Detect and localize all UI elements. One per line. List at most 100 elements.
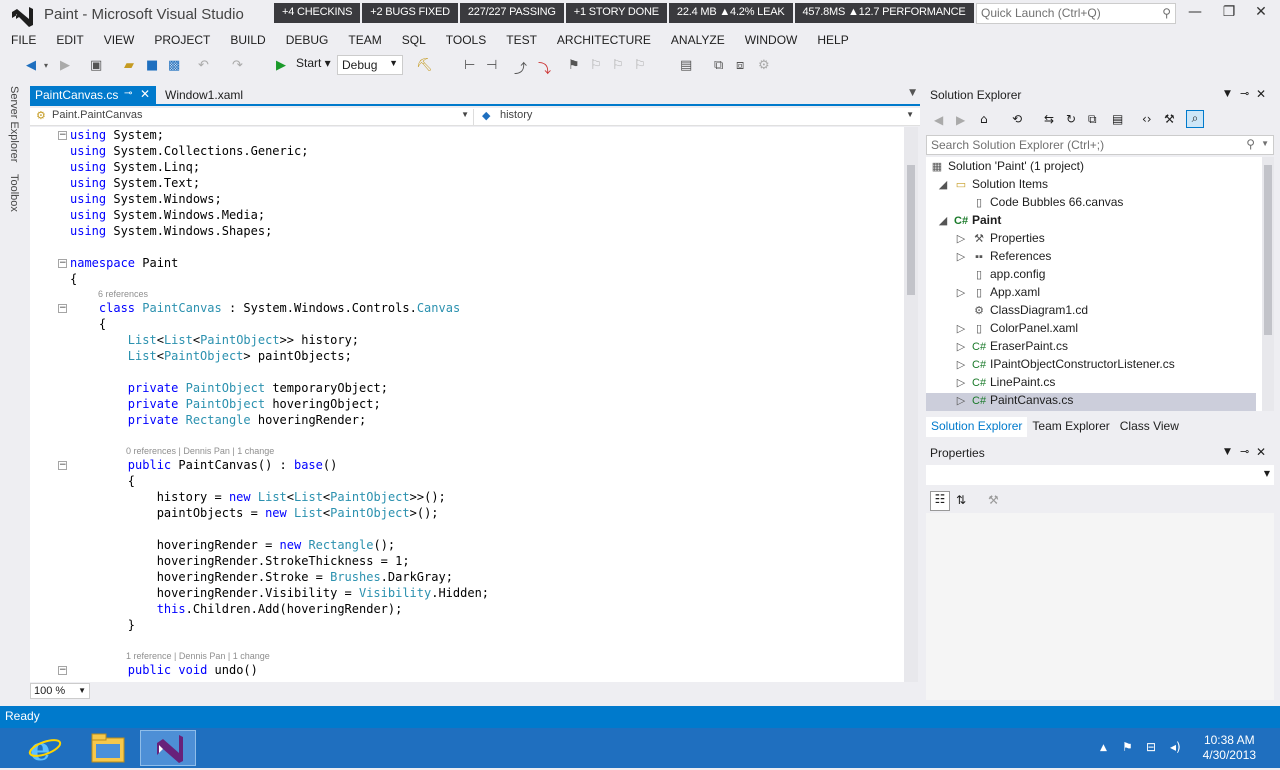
tree-item-solution[interactable]: ▦ Solution 'Paint' (1 project) [930, 159, 1084, 177]
collapse-icon[interactable]: − [58, 304, 67, 313]
system-clock[interactable]: 10:38 AM 4/30/2013 [1203, 733, 1256, 763]
tab-window1-xaml[interactable]: Window1.xaml [160, 86, 248, 104]
restore-button[interactable]: ❐ [1214, 4, 1244, 24]
find-in-files-icon[interactable]: ⛏ [416, 58, 433, 73]
minimize-button[interactable]: — [1180, 4, 1210, 24]
property-pages-icon[interactable]: ⚒ [988, 493, 999, 507]
toolbox-tab[interactable]: Toolbox [8, 174, 20, 212]
uncomment-icon[interactable]: ⤵ [538, 58, 551, 77]
expand-icon[interactable]: ▷ [954, 358, 968, 371]
close-panel-icon[interactable]: ✕ [1256, 87, 1266, 101]
menu-sql[interactable]: SQL [391, 30, 435, 52]
codelens-references[interactable]: 0 references | Dennis Pan | 1 change [126, 446, 274, 456]
expand-icon[interactable]: ▷ [954, 394, 968, 407]
comment-icon[interactable]: ⤴ [514, 58, 527, 77]
tab-solution-explorer[interactable]: Solution Explorer [926, 417, 1028, 437]
align-right-icon[interactable]: ⊣ [486, 58, 497, 73]
collapse-icon[interactable]: − [58, 259, 67, 268]
scrollbar-thumb[interactable] [1264, 165, 1272, 335]
tree-item-linepaint[interactable]: ▷ C# LinePaint.cs [954, 375, 1056, 393]
server-explorer-tab[interactable]: Server Explorer [8, 86, 20, 162]
expand-open-icon[interactable]: ◢ [936, 178, 950, 191]
menu-edit[interactable]: EDIT [45, 30, 92, 52]
open-file-icon[interactable]: ▰ [124, 58, 134, 73]
internet-explorer-icon[interactable]: e [18, 730, 74, 768]
expand-icon[interactable]: ▷ [954, 286, 968, 299]
pin-icon[interactable]: ⊸ [124, 88, 132, 99]
tree-item-classdiagram[interactable]: ⚙ ClassDiagram1.cd [972, 303, 1088, 321]
visual-studio-taskbar-icon[interactable] [140, 730, 196, 766]
expand-icon[interactable]: ▷ [954, 322, 968, 335]
file-explorer-icon[interactable] [80, 730, 136, 766]
object-selector[interactable]: ▼ [926, 465, 1274, 485]
wrench-icon[interactable]: ⚒ [1164, 112, 1175, 126]
preview-selected-icon[interactable]: ⌕ [1186, 110, 1204, 128]
pending-changes-icon[interactable]: ⇆ [1044, 112, 1054, 126]
codelens-references[interactable]: 6 references [98, 289, 148, 299]
codelens-references[interactable]: 1 reference | Dennis Pan | 1 change [126, 651, 270, 661]
quick-launch-input[interactable]: Quick Launch (Ctrl+Q) ⚲ [976, 3, 1176, 24]
layout-icon[interactable]: ⧈ [736, 58, 744, 73]
expand-icon[interactable]: ▷ [954, 250, 968, 263]
menu-project[interactable]: PROJECT [143, 30, 219, 52]
tree-item-app-config[interactable]: ▯ app.config [972, 267, 1045, 285]
menu-help[interactable]: HELP [806, 30, 857, 52]
start-button[interactable]: Start ▾ [276, 56, 331, 70]
tab-paintcanvas-cs[interactable]: PaintCanvas.cs ⊸ ✕ [30, 86, 156, 104]
expand-open-icon[interactable]: ◢ [936, 214, 950, 227]
bookmark-icon[interactable]: ⚑ [568, 58, 580, 73]
align-left-icon[interactable]: ⊢ [464, 58, 475, 73]
windows-icon[interactable]: ⧉ [714, 58, 723, 73]
tree-scrollbar[interactable] [1262, 157, 1274, 411]
redo-icon[interactable]: ↷ [232, 58, 243, 73]
menu-test[interactable]: TEST [495, 30, 546, 52]
collapse-icon[interactable]: − [58, 666, 67, 675]
pin-icon[interactable]: ⊸ [1240, 445, 1249, 458]
collapse-icon[interactable]: − [58, 131, 67, 140]
menu-debug[interactable]: DEBUG [275, 30, 338, 52]
tab-overflow-icon[interactable]: ▼ [909, 88, 916, 98]
next-bookmark-icon[interactable]: ⚐ [612, 58, 624, 73]
code-editor[interactable]: − − − − − using System; using System.Col… [30, 127, 904, 682]
alphabetical-icon[interactable]: ⇅ [956, 493, 966, 507]
save-icon[interactable]: ■ [146, 58, 158, 73]
show-all-files-icon[interactable]: ▤ [1112, 112, 1123, 126]
navigate-forward-icon[interactable]: ▶ [60, 58, 70, 73]
stat-checkins[interactable]: +4 CHECKINS [274, 3, 361, 23]
network-icon[interactable]: ⊟ [1146, 740, 1156, 754]
tree-item-project-paint[interactable]: ◢ C# Paint [936, 213, 1002, 231]
action-center-icon[interactable]: ⚑ [1122, 740, 1133, 754]
menu-window[interactable]: WINDOW [734, 30, 807, 52]
sync-icon[interactable]: ⟲ [1012, 112, 1022, 126]
menu-file[interactable]: FILE [0, 30, 45, 52]
tree-item-app-xaml[interactable]: ▷ ▯ App.xaml [954, 285, 1040, 303]
stat-performance[interactable]: 457.8MS ▲12.7 PERFORMANCE [794, 3, 974, 23]
new-document-icon[interactable]: ▤ [680, 58, 692, 73]
menu-team[interactable]: TEAM [337, 30, 390, 52]
pin-icon[interactable]: ⊸ [1240, 87, 1249, 100]
show-hidden-icons-icon[interactable]: ▲ [1100, 743, 1107, 753]
panel-menu-icon[interactable]: ▼ [1224, 447, 1231, 457]
solution-search-input[interactable]: Search Solution Explorer (Ctrl+;) ⚲ ▼ [926, 135, 1274, 155]
volume-icon[interactable]: ◂) [1170, 740, 1181, 754]
tab-team-explorer[interactable]: Team Explorer [1027, 417, 1114, 437]
home-icon[interactable]: ⌂ [980, 112, 988, 126]
solution-configuration-select[interactable]: Debug ▼ [337, 55, 403, 75]
stat-story-done[interactable]: +1 STORY DONE [565, 3, 667, 23]
scrollbar-thumb[interactable] [907, 165, 915, 295]
close-panel-icon[interactable]: ✕ [1256, 445, 1266, 459]
categorized-icon[interactable]: ☷ [930, 491, 950, 511]
forward-icon[interactable]: ▶ [956, 113, 965, 127]
tree-item-listener[interactable]: ▷ C# IPaintObjectConstructorListener.cs [954, 357, 1175, 375]
tree-item-references[interactable]: ▷ ▪▪ References [954, 249, 1052, 267]
collapse-icon[interactable]: − [58, 461, 67, 470]
tab-class-view[interactable]: Class View [1115, 417, 1184, 437]
back-icon[interactable]: ◀ [934, 113, 943, 127]
view-code-icon[interactable]: ‹› [1142, 112, 1152, 126]
expand-icon[interactable]: ▷ [954, 232, 968, 245]
expand-icon[interactable]: ▷ [954, 376, 968, 389]
menu-tools[interactable]: TOOLS [435, 30, 495, 52]
save-all-icon[interactable]: ▩ [168, 58, 180, 73]
back-dropdown-icon[interactable]: ▾ [44, 61, 48, 70]
menu-architecture[interactable]: ARCHITECTURE [546, 30, 660, 52]
